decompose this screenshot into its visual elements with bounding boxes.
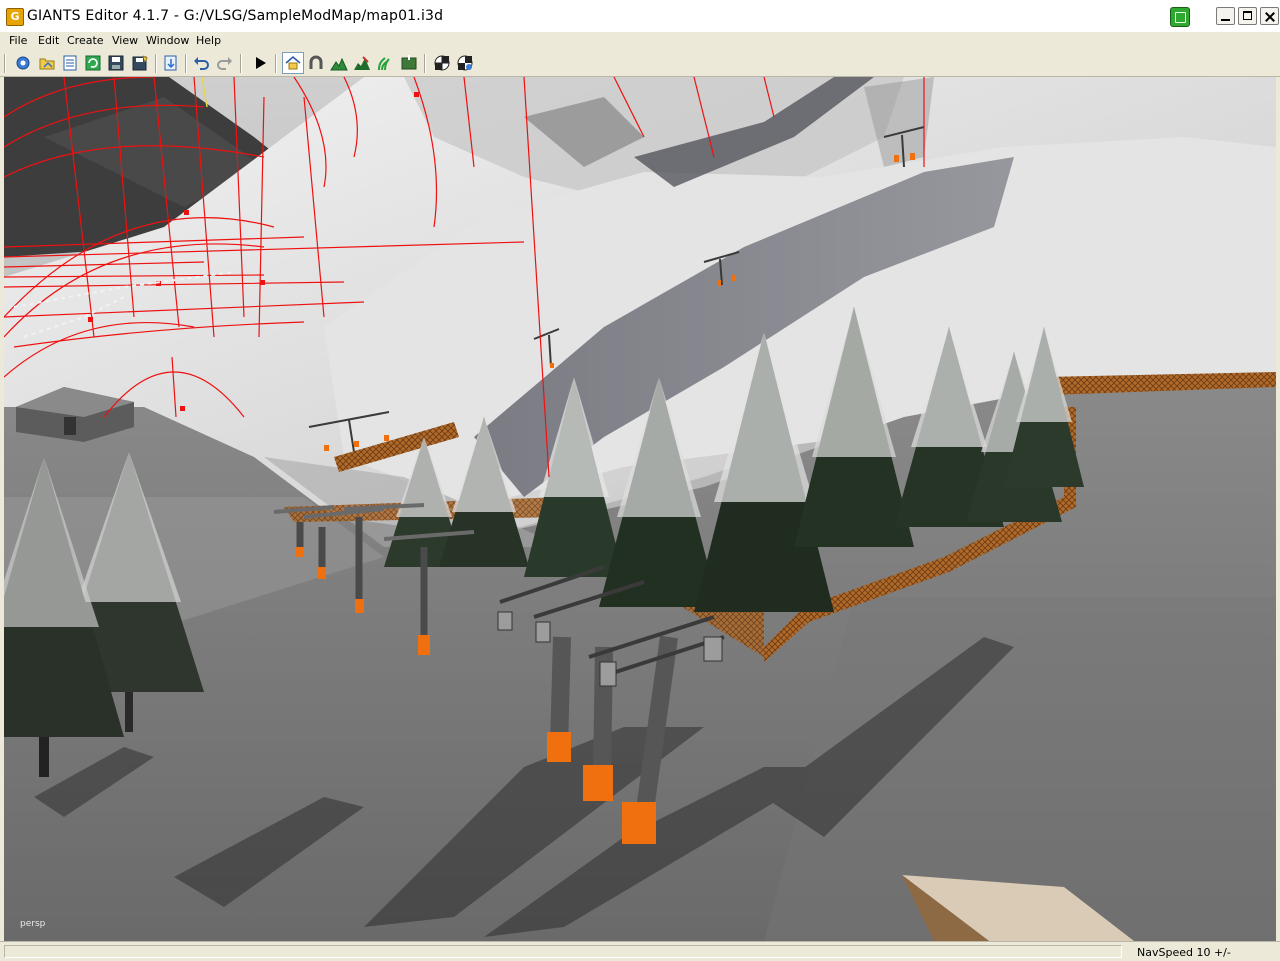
menu-create[interactable]: Create xyxy=(67,34,104,47)
checker-icon[interactable] xyxy=(433,54,451,72)
scene-render xyxy=(4,77,1276,941)
open-icon[interactable] xyxy=(38,54,56,72)
terrain-info-icon[interactable] xyxy=(400,54,418,72)
refresh-icon[interactable] xyxy=(84,54,102,72)
minimize-icon[interactable] xyxy=(1216,7,1235,25)
camera-label: persp xyxy=(20,919,46,929)
home-view-icon[interactable] xyxy=(282,52,304,74)
checker-settings-icon[interactable] xyxy=(456,54,474,72)
settings-icon[interactable] xyxy=(14,54,32,72)
redo-icon[interactable] xyxy=(216,54,234,72)
save-as-icon[interactable] xyxy=(131,54,149,72)
menu-window[interactable]: Window xyxy=(146,34,189,47)
toolbar-separator xyxy=(275,54,277,73)
status-bar: NavSpeed 10 +/- xyxy=(0,941,1280,961)
list-icon[interactable] xyxy=(61,54,79,72)
terrain-sculpt-icon[interactable] xyxy=(330,54,348,72)
title-bar: G GIANTS Editor 4.1.7 - G:/VLSG/SampleMo… xyxy=(0,0,1280,33)
toolbar-separator xyxy=(185,54,187,73)
maximize-icon[interactable] xyxy=(1238,7,1257,25)
foliage-paint-icon[interactable] xyxy=(376,54,394,72)
menu-file[interactable]: File xyxy=(9,34,27,47)
toolbar xyxy=(0,51,1280,77)
3d-viewport[interactable]: persp xyxy=(4,77,1276,941)
save-icon[interactable] xyxy=(107,54,125,72)
undo-icon[interactable] xyxy=(192,54,210,72)
toolbar-separator xyxy=(240,54,242,73)
import-icon[interactable] xyxy=(162,54,180,72)
menu-view[interactable]: View xyxy=(112,34,138,47)
toolbar-separator xyxy=(4,54,6,73)
toolbar-separator xyxy=(155,54,157,73)
terrain-paint-icon[interactable] xyxy=(353,54,371,72)
close-icon[interactable] xyxy=(1260,7,1279,25)
sync-status-icon[interactable] xyxy=(1170,7,1190,27)
menu-help[interactable]: Help xyxy=(196,34,221,47)
window-title: GIANTS Editor 4.1.7 - G:/VLSG/SampleModM… xyxy=(27,8,444,24)
menu-bar: File Edit Create View Window Help xyxy=(0,32,1280,51)
status-message-area xyxy=(4,945,1122,958)
toolbar-separator xyxy=(424,54,426,73)
play-icon[interactable] xyxy=(251,54,269,72)
navspeed-indicator: NavSpeed 10 +/- xyxy=(1137,946,1231,959)
giants-logo-icon[interactable]: G xyxy=(6,8,24,26)
menu-edit[interactable]: Edit xyxy=(38,34,59,47)
magnet-icon[interactable] xyxy=(307,54,325,72)
